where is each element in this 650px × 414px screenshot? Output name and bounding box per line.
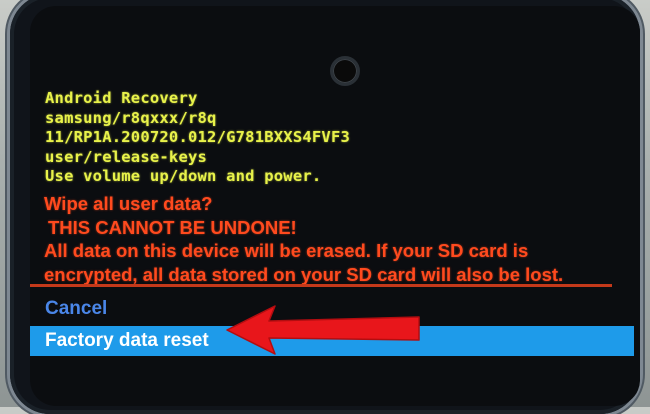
recovery-header: Android Recovery samsung/r8qxxx/r8q 11/R… bbox=[45, 89, 350, 187]
warning-title: Wipe all user data? bbox=[44, 193, 213, 214]
menu-divider bbox=[30, 284, 612, 287]
phone-frame: Android Recovery samsung/r8qxxx/r8q 11/R… bbox=[10, 0, 640, 414]
build-keys-line: user/release-keys bbox=[45, 147, 208, 166]
warning-text-line-2: encrypted, all data stored on your SD ca… bbox=[44, 263, 564, 285]
front-camera-icon bbox=[330, 56, 360, 86]
wipe-warning: Wipe all user data? THIS CANNOT BE UNDON… bbox=[44, 192, 634, 286]
warning-emphasis: THIS CANNOT BE UNDONE! bbox=[48, 216, 297, 238]
build-number-line: 11/RP1A.200720.012/G781BXXS4FVF3 bbox=[45, 128, 351, 146]
warning-text-line-1: All data on this device will be erased. … bbox=[44, 240, 529, 261]
navigation-hint: Use volume up/down and power. bbox=[45, 167, 322, 185]
recovery-screen: Android Recovery samsung/r8qxxx/r8q 11/R… bbox=[30, 6, 640, 406]
red-arrow-icon bbox=[226, 305, 420, 355]
device-model-line: samsung/r8qxxx/r8q bbox=[45, 108, 217, 127]
recovery-title: Android Recovery bbox=[45, 89, 198, 107]
